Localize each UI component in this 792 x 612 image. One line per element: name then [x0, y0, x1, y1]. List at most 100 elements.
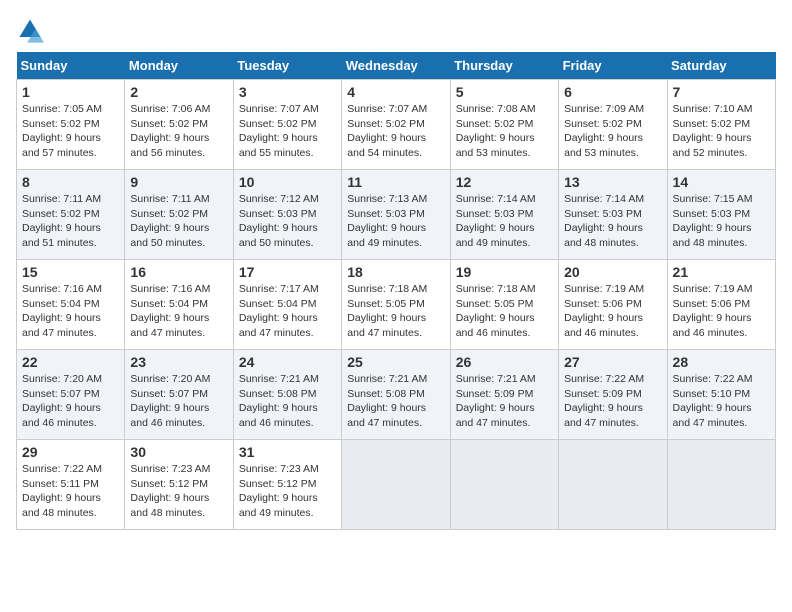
day-number: 29 [22, 444, 119, 460]
header-sunday: Sunday [17, 52, 125, 80]
header-thursday: Thursday [450, 52, 558, 80]
day-info: Sunrise: 7:23 AMSunset: 5:12 PMDaylight:… [130, 462, 227, 521]
calendar-day-2: 2 Sunrise: 7:06 AMSunset: 5:02 PMDaylight… [125, 80, 233, 170]
day-number: 16 [130, 264, 227, 280]
day-info: Sunrise: 7:14 AMSunset: 5:03 PMDaylight:… [456, 192, 553, 251]
day-number: 14 [673, 174, 770, 190]
day-info: Sunrise: 7:22 AMSunset: 5:09 PMDaylight:… [564, 372, 661, 431]
header-friday: Friday [559, 52, 667, 80]
day-info: Sunrise: 7:11 AMSunset: 5:02 PMDaylight:… [130, 192, 227, 251]
day-number: 15 [22, 264, 119, 280]
weekday-header-row: Sunday Monday Tuesday Wednesday Thursday… [17, 52, 776, 80]
day-info: Sunrise: 7:21 AMSunset: 5:08 PMDaylight:… [239, 372, 336, 431]
day-number: 13 [564, 174, 661, 190]
day-number: 22 [22, 354, 119, 370]
day-info: Sunrise: 7:10 AMSunset: 5:02 PMDaylight:… [673, 102, 770, 161]
day-number: 11 [347, 174, 444, 190]
day-number: 10 [239, 174, 336, 190]
calendar-day-11: 11 Sunrise: 7:13 AMSunset: 5:03 PMDayligh… [342, 170, 450, 260]
day-info: Sunrise: 7:13 AMSunset: 5:03 PMDaylight:… [347, 192, 444, 251]
header-wednesday: Wednesday [342, 52, 450, 80]
day-number: 26 [456, 354, 553, 370]
day-info: Sunrise: 7:19 AMSunset: 5:06 PMDaylight:… [673, 282, 770, 341]
calendar-day-22: 22 Sunrise: 7:20 AMSunset: 5:07 PMDayligh… [17, 350, 125, 440]
day-info: Sunrise: 7:12 AMSunset: 5:03 PMDaylight:… [239, 192, 336, 251]
day-number: 28 [673, 354, 770, 370]
day-info: Sunrise: 7:23 AMSunset: 5:12 PMDaylight:… [239, 462, 336, 521]
empty-cell [559, 440, 667, 530]
day-info: Sunrise: 7:14 AMSunset: 5:03 PMDaylight:… [564, 192, 661, 251]
calendar-day-29: 29 Sunrise: 7:22 AMSunset: 5:11 PMDayligh… [17, 440, 125, 530]
day-info: Sunrise: 7:20 AMSunset: 5:07 PMDaylight:… [130, 372, 227, 431]
calendar-day-9: 9Sunrise: 7:11 AMSunset: 5:02 PMDaylight… [125, 170, 233, 260]
day-number: 3 [239, 84, 336, 100]
day-number: 12 [456, 174, 553, 190]
calendar-day-10: 10 Sunrise: 7:12 AMSunset: 5:03 PMDayligh… [233, 170, 341, 260]
day-info: Sunrise: 7:19 AMSunset: 5:06 PMDaylight:… [564, 282, 661, 341]
header-saturday: Saturday [667, 52, 775, 80]
day-info: Sunrise: 7:21 AMSunset: 5:09 PMDaylight:… [456, 372, 553, 431]
calendar-day-4: 4 Sunrise: 7:07 AMSunset: 5:02 PMDaylight… [342, 80, 450, 170]
calendar-day-18: 18 Sunrise: 7:18 AMSunset: 5:05 PMDayligh… [342, 260, 450, 350]
calendar-day-12: 12 Sunrise: 7:14 AMSunset: 5:03 PMDayligh… [450, 170, 558, 260]
day-number: 8 [22, 174, 119, 190]
day-number: 17 [239, 264, 336, 280]
calendar-day-14: 14 Sunrise: 7:15 AMSunset: 5:03 PMDayligh… [667, 170, 775, 260]
day-number: 2 [130, 84, 227, 100]
calendar-day-20: 20 Sunrise: 7:19 AMSunset: 5:06 PMDayligh… [559, 260, 667, 350]
day-info: Sunrise: 7:21 AMSunset: 5:08 PMDaylight:… [347, 372, 444, 431]
day-info: Sunrise: 7:07 AMSunset: 5:02 PMDaylight:… [239, 102, 336, 161]
logo [16, 16, 48, 44]
calendar-day-5: 5 Sunrise: 7:08 AMSunset: 5:02 PMDaylight… [450, 80, 558, 170]
day-info: Sunrise: 7:22 AMSunset: 5:10 PMDaylight:… [673, 372, 770, 431]
page-header [16, 16, 776, 44]
day-number: 1 [22, 84, 119, 100]
day-number: 30 [130, 444, 227, 460]
day-info: Sunrise: 7:20 AMSunset: 5:07 PMDaylight:… [22, 372, 119, 431]
calendar-day-26: 26 Sunrise: 7:21 AMSunset: 5:09 PMDayligh… [450, 350, 558, 440]
calendar-day-28: 28 Sunrise: 7:22 AMSunset: 5:10 PMDayligh… [667, 350, 775, 440]
day-info: Sunrise: 7:07 AMSunset: 5:02 PMDaylight:… [347, 102, 444, 161]
empty-cell [342, 440, 450, 530]
day-number: 21 [673, 264, 770, 280]
calendar-day-31: 31 Sunrise: 7:23 AMSunset: 5:12 PMDayligh… [233, 440, 341, 530]
day-info: Sunrise: 7:18 AMSunset: 5:05 PMDaylight:… [347, 282, 444, 341]
day-info: Sunrise: 7:18 AMSunset: 5:05 PMDaylight:… [456, 282, 553, 341]
day-info: Sunrise: 7:09 AMSunset: 5:02 PMDaylight:… [564, 102, 661, 161]
calendar-day-16: 16 Sunrise: 7:16 AMSunset: 5:04 PMDayligh… [125, 260, 233, 350]
header-monday: Monday [125, 52, 233, 80]
day-number: 25 [347, 354, 444, 370]
day-info: Sunrise: 7:22 AMSunset: 5:11 PMDaylight:… [22, 462, 119, 521]
day-info: Sunrise: 7:06 AMSunset: 5:02 PMDaylight:… [130, 102, 227, 161]
day-info: Sunrise: 7:15 AMSunset: 5:03 PMDaylight:… [673, 192, 770, 251]
calendar-table: Sunday Monday Tuesday Wednesday Thursday… [16, 52, 776, 530]
calendar-day-27: 27 Sunrise: 7:22 AMSunset: 5:09 PMDayligh… [559, 350, 667, 440]
calendar-day-25: 25 Sunrise: 7:21 AMSunset: 5:08 PMDayligh… [342, 350, 450, 440]
day-number: 4 [347, 84, 444, 100]
calendar-day-13: 13 Sunrise: 7:14 AMSunset: 5:03 PMDayligh… [559, 170, 667, 260]
empty-cell [450, 440, 558, 530]
header-tuesday: Tuesday [233, 52, 341, 80]
day-info: Sunrise: 7:11 AMSunset: 5:02 PMDaylight:… [22, 192, 119, 251]
day-info: Sunrise: 7:16 AMSunset: 5:04 PMDaylight:… [22, 282, 119, 341]
calendar-day-17: 17Sunrise: 7:17 AMSunset: 5:04 PMDayligh… [233, 260, 341, 350]
day-number: 23 [130, 354, 227, 370]
day-number: 18 [347, 264, 444, 280]
calendar-day-30: 30 Sunrise: 7:23 AMSunset: 5:12 PMDayligh… [125, 440, 233, 530]
day-info: Sunrise: 7:16 AMSunset: 5:04 PMDaylight:… [130, 282, 227, 341]
calendar-day-21: 21 Sunrise: 7:19 AMSunset: 5:06 PMDayligh… [667, 260, 775, 350]
day-number: 31 [239, 444, 336, 460]
calendar-day-19: 19 Sunrise: 7:18 AMSunset: 5:05 PMDayligh… [450, 260, 558, 350]
calendar-day-23: 23 Sunrise: 7:20 AMSunset: 5:07 PMDayligh… [125, 350, 233, 440]
day-number: 19 [456, 264, 553, 280]
day-number: 27 [564, 354, 661, 370]
calendar-day-6: 6Sunrise: 7:09 AMSunset: 5:02 PMDaylight… [559, 80, 667, 170]
day-number: 24 [239, 354, 336, 370]
day-info: Sunrise: 7:05 AMSunset: 5:02 PMDaylight:… [22, 102, 119, 161]
day-number: 20 [564, 264, 661, 280]
day-number: 7 [673, 84, 770, 100]
calendar-day-15: 15 Sunrise: 7:16 AMSunset: 5:04 PMDayligh… [17, 260, 125, 350]
logo-icon [16, 16, 44, 44]
day-number: 5 [456, 84, 553, 100]
day-info: Sunrise: 7:08 AMSunset: 5:02 PMDaylight:… [456, 102, 553, 161]
